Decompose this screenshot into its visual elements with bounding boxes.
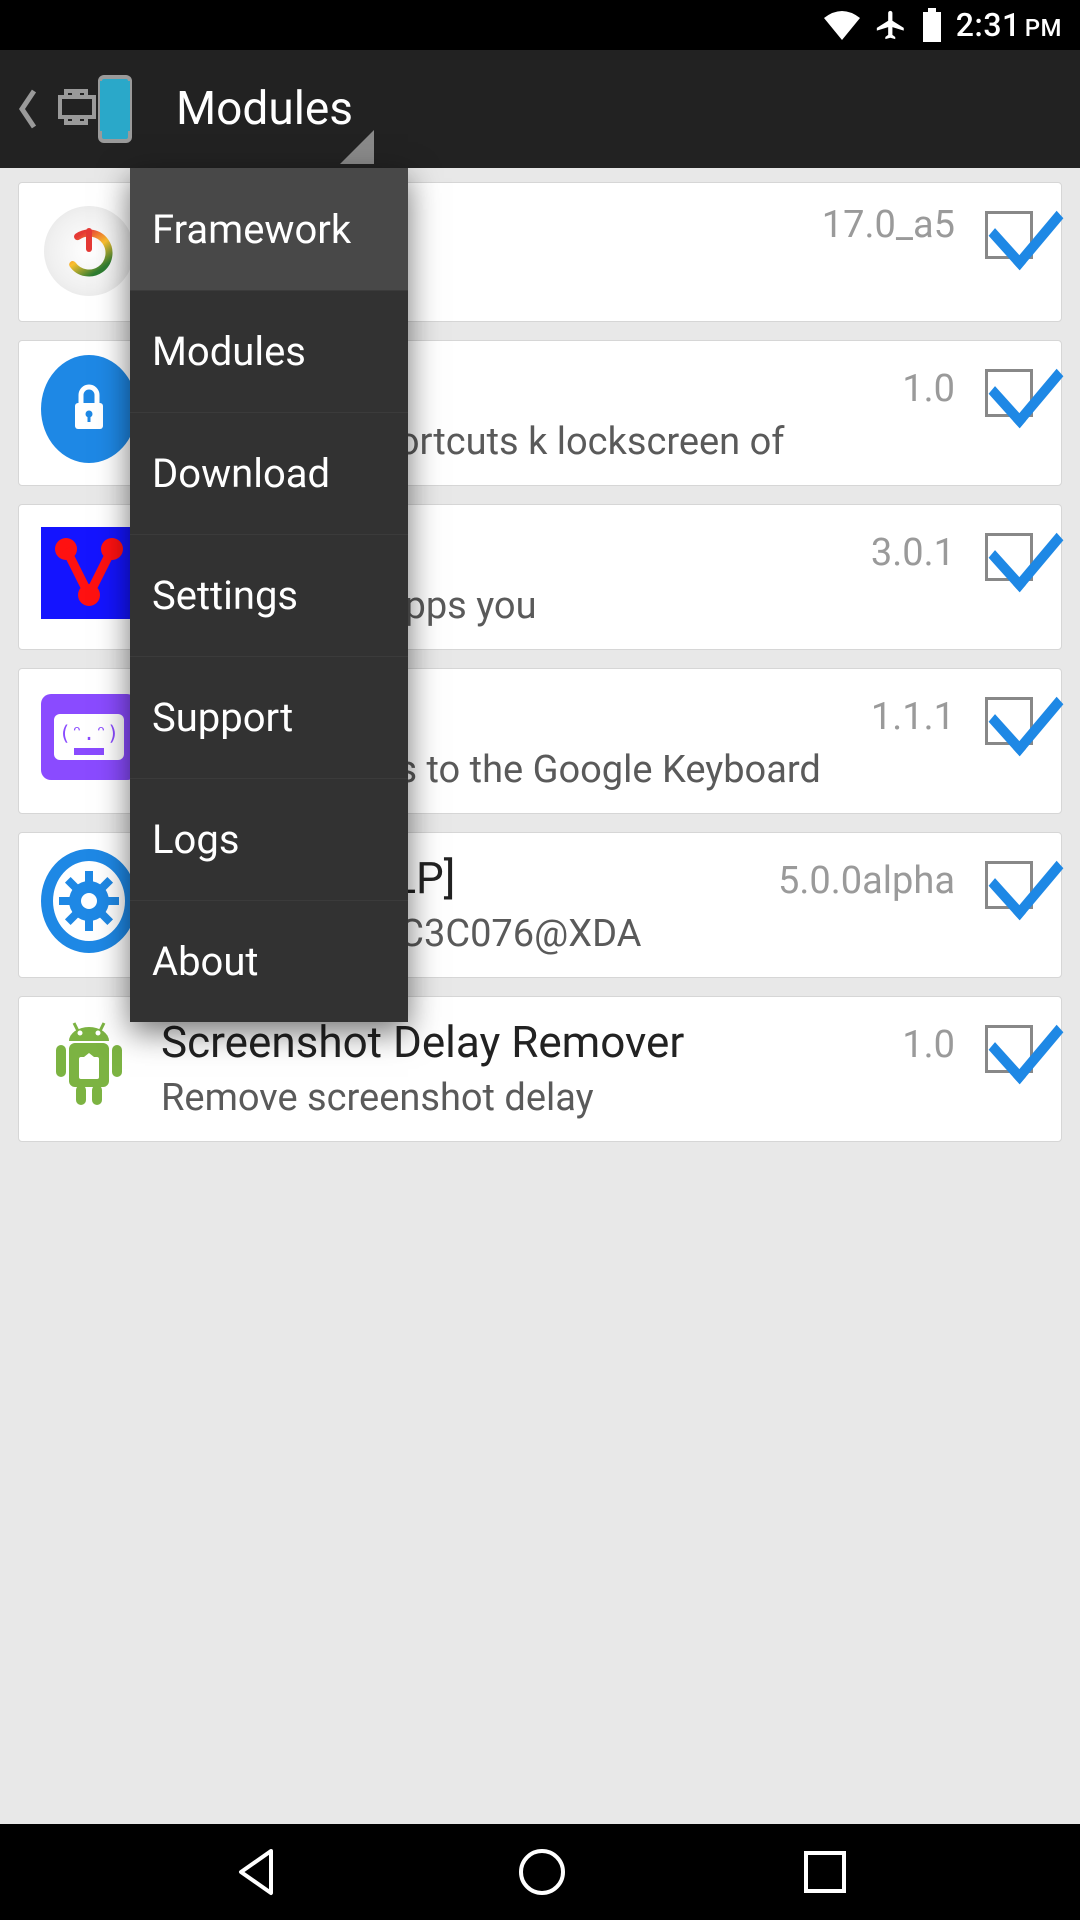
module-checkbox[interactable] bbox=[979, 361, 1039, 417]
module-checkbox[interactable] bbox=[979, 203, 1039, 259]
dropdown-item-settings[interactable]: Settings bbox=[130, 534, 408, 656]
triangle-back-icon bbox=[231, 1845, 285, 1899]
gear-icon bbox=[41, 853, 137, 949]
module-version: 3.0.1 bbox=[871, 531, 955, 575]
action-bar: Modules bbox=[0, 50, 1080, 168]
wifi-icon bbox=[824, 10, 860, 40]
lock-icon bbox=[41, 361, 137, 457]
status-clock: 2:31PM bbox=[956, 6, 1062, 44]
page-title[interactable]: Modules bbox=[176, 82, 353, 136]
module-version: 1.0 bbox=[902, 367, 955, 411]
nav-recent-button[interactable] bbox=[800, 1847, 850, 1897]
module-checkbox[interactable] bbox=[979, 1017, 1039, 1073]
battery-icon bbox=[922, 8, 942, 42]
power-icon bbox=[41, 203, 137, 299]
module-desc: Remove screenshot delay bbox=[161, 1075, 955, 1123]
navigation-bar bbox=[0, 1824, 1080, 1920]
app-icon bbox=[48, 63, 140, 155]
module-title: Screenshot Delay Remover bbox=[161, 1017, 684, 1068]
dropdown-item-modules[interactable]: Modules bbox=[130, 290, 408, 412]
screen: 2:31PM Modules bbox=[0, 0, 1080, 1920]
nav-dropdown[interactable]: Framework Modules Download Settings Supp… bbox=[130, 168, 408, 1022]
dropdown-item-logs[interactable]: Logs bbox=[130, 778, 408, 900]
module-version: 5.0.0alpha bbox=[778, 859, 955, 903]
dropdown-item-about[interactable]: About bbox=[130, 900, 408, 1022]
module-version: 1.1.1 bbox=[871, 695, 955, 739]
circle-home-icon bbox=[515, 1845, 569, 1899]
share-icon bbox=[41, 525, 137, 621]
module-checkbox[interactable] bbox=[979, 853, 1039, 909]
chevron-left-icon bbox=[16, 89, 42, 129]
android-icon bbox=[41, 1017, 137, 1113]
dropdown-item-framework[interactable]: Framework bbox=[130, 168, 408, 290]
nav-home-button[interactable] bbox=[515, 1845, 569, 1899]
module-version: 1.0 bbox=[902, 1023, 955, 1067]
airplane-icon bbox=[874, 8, 908, 42]
keyboard-icon: (ᵔ.ᵔ) bbox=[41, 689, 137, 785]
dropdown-item-support[interactable]: Support bbox=[130, 656, 408, 778]
module-checkbox[interactable] bbox=[979, 525, 1039, 581]
status-time-text: 2:31 bbox=[956, 6, 1021, 44]
dropdown-item-download[interactable]: Download bbox=[130, 412, 408, 534]
status-bar: 2:31PM bbox=[0, 0, 1080, 50]
module-version: 17.0_a5 bbox=[822, 203, 955, 247]
up-button[interactable] bbox=[8, 55, 148, 163]
module-checkbox[interactable] bbox=[979, 689, 1039, 745]
svg-text:(ᵔ.ᵔ): (ᵔ.ᵔ) bbox=[59, 721, 119, 745]
square-recent-icon bbox=[800, 1847, 850, 1897]
nav-back-button[interactable] bbox=[231, 1845, 285, 1899]
status-ampm-text: PM bbox=[1025, 14, 1062, 42]
spinner-triangle-icon bbox=[340, 130, 374, 168]
